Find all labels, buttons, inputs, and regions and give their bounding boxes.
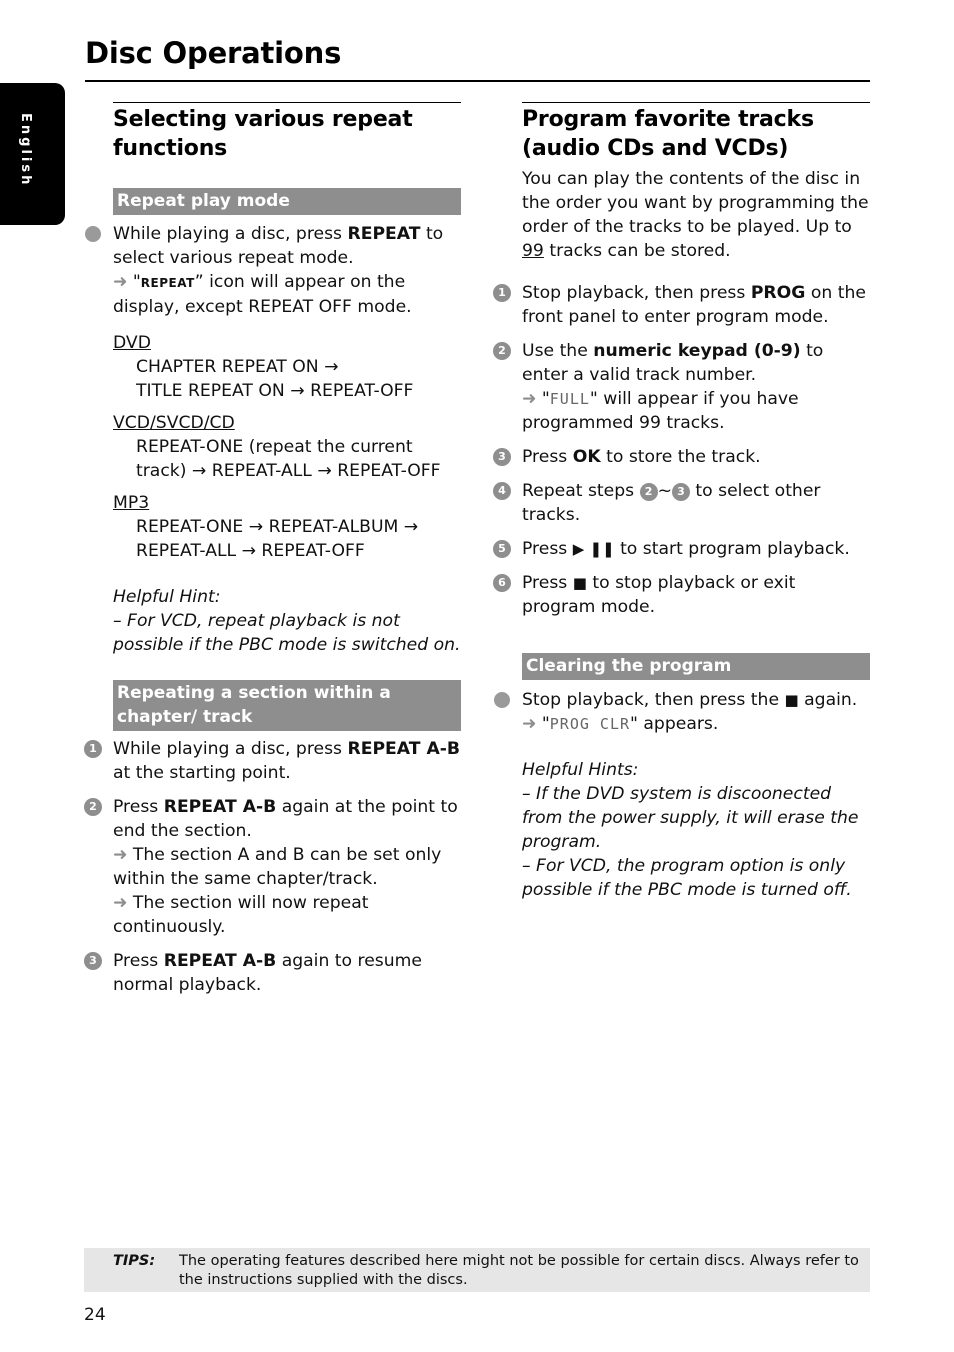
bullet-icon	[494, 692, 510, 708]
program-step: 3 Press OK to store the track.	[493, 445, 870, 469]
repeat-group-dvd: DVD CHAPTER REPEAT ON → TITLE REPEAT ON …	[113, 331, 461, 403]
title-rule	[85, 80, 870, 82]
step-number-icon: 1	[84, 740, 102, 758]
group-label: DVD	[113, 333, 151, 353]
step-number-icon: 3	[493, 448, 511, 466]
ab-step: 3 Press REPEAT A-B again to resume norma…	[84, 949, 461, 997]
language-tab-label: English	[18, 113, 33, 188]
play-pause-icon: ▶ ❚❚	[572, 540, 615, 558]
repeat-group-mp3: MP3 REPEAT-ONE → REPEAT-ALBUM → REPEAT-A…	[113, 491, 461, 563]
section-heading-repeat: Selecting various repeat functions	[113, 102, 461, 163]
step-ref-icon: 2	[639, 483, 658, 501]
repeat-icon-label: REPEAT	[140, 276, 195, 290]
result-arrow-icon: ➜	[113, 272, 128, 292]
group-label: MP3	[113, 493, 150, 513]
result-arrow-icon: ➜	[522, 714, 537, 734]
page-title: Disc Operations	[85, 36, 342, 70]
subsection-bar-repeat-ab: Repeating a section within a chapter/ tr…	[113, 680, 461, 731]
group-label: VCD/SVCD/CD	[113, 413, 235, 433]
result-arrow-icon: ➜	[113, 893, 128, 913]
step-number-icon: 2	[493, 342, 511, 360]
program-step: 5 Press ▶ ❚❚ to start program playback.	[493, 537, 870, 561]
left-column: Selecting various repeat functions Repea…	[84, 102, 461, 997]
program-step: 4 Repeat steps 2 ~3 to select other track…	[493, 479, 870, 527]
section-heading-program: Program favorite tracks (audio CDs and V…	[522, 102, 870, 163]
step-number-icon: 5	[493, 540, 511, 558]
step-number-icon: 4	[493, 482, 511, 500]
stop-icon: ■	[572, 574, 587, 592]
lcd-text-prog-clr: PROG CLR	[549, 715, 631, 733]
bullet-icon	[85, 226, 101, 242]
step-ref-icon: 3	[671, 483, 690, 501]
repeat-group-vcd: VCD/SVCD/CD REPEAT-ONE (repeat the curre…	[113, 411, 461, 483]
helpful-hint: Helpful Hint: – For VCD, repeat playback…	[113, 587, 461, 655]
subsection-bar-clearing: Clearing the program	[522, 653, 870, 680]
tips-box: TIPS: The operating features described h…	[84, 1248, 870, 1292]
step-number-icon: 1	[493, 284, 511, 302]
program-step: 2 Use the numeric keypad (0-9) to enter …	[493, 339, 870, 435]
stop-icon: ■	[784, 691, 799, 709]
language-tab: English	[0, 83, 65, 225]
ab-step: 2 Press REPEAT A-B again at the point to…	[84, 795, 461, 939]
step-number-icon: 3	[84, 952, 102, 970]
program-step: 6 Press ■ to stop playback or exit progr…	[493, 571, 870, 619]
program-step: 1 Stop playback, then press PROG on the …	[493, 281, 870, 329]
lcd-text-full: FULL	[549, 390, 590, 408]
clear-bullet-item: Stop playback, then press the ■ again. ➜…	[494, 688, 870, 736]
right-column: Program favorite tracks (audio CDs and V…	[493, 102, 870, 902]
page-number: 24	[84, 1305, 106, 1325]
step-number-icon: 6	[493, 574, 511, 592]
result-arrow-icon: ➜	[113, 845, 128, 865]
ab-step: 1 While playing a disc, press REPEAT A-B…	[84, 737, 461, 785]
repeat-bullet-item: While playing a disc, press REPEAT to se…	[85, 222, 461, 319]
tips-text: The operating features described here mi…	[179, 1253, 859, 1288]
program-intro: You can play the contents of the disc in…	[522, 169, 869, 261]
tips-label: TIPS:	[113, 1253, 156, 1269]
step-number-icon: 2	[84, 798, 102, 816]
result-arrow-icon: ➜	[522, 389, 537, 409]
helpful-hints: Helpful Hints: – If the DVD system is di…	[522, 760, 859, 900]
subsection-bar-repeat-play-mode: Repeat play mode	[113, 188, 461, 215]
